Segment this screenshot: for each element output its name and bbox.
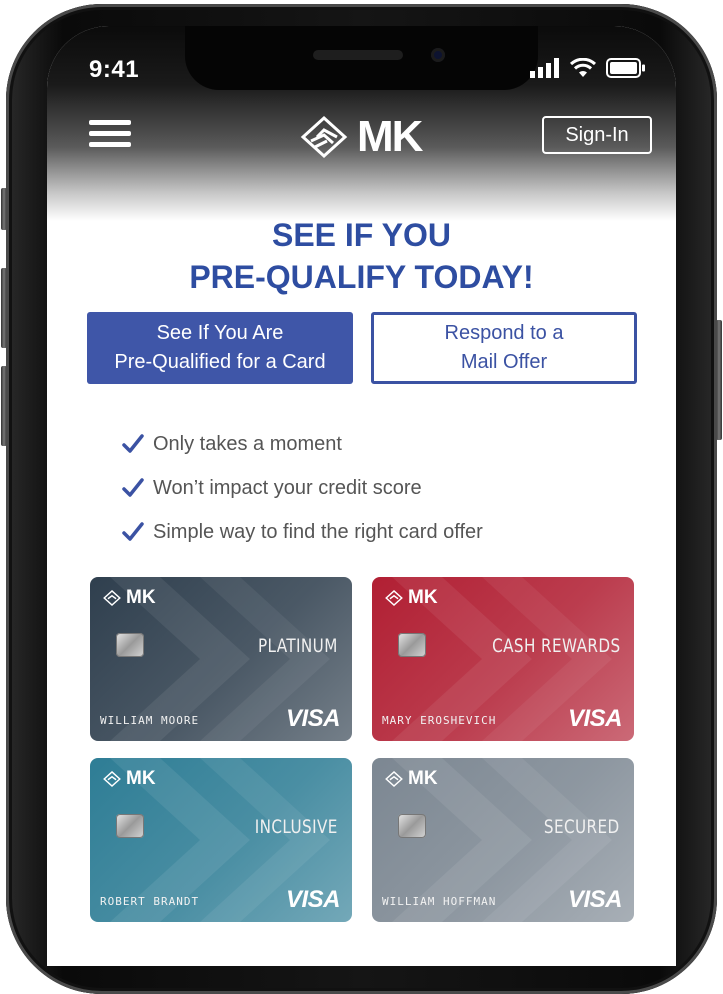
benefit-item: Won’t impact your credit score <box>121 466 483 510</box>
card-brand: MK <box>408 587 438 608</box>
card-holder-name: WILLIAM HOFFMAN <box>382 895 497 908</box>
status-icons <box>530 58 646 78</box>
mk-logo-icon <box>103 770 121 788</box>
checkmark-icon <box>122 478 144 497</box>
checkmark-icon <box>122 434 144 453</box>
chip-icon <box>116 814 144 838</box>
card-cash-rewards[interactable]: MK CASH REWARDS MARY EROSHEVICH VISA <box>372 577 634 741</box>
benefits-list: Only takes a moment Won’t impact your cr… <box>121 422 483 554</box>
cellular-signal-icon <box>530 58 559 78</box>
mail-offer-label-line-2: Mail Offer <box>460 351 548 373</box>
benefit-item: Simple way to find the right card offer <box>121 510 483 554</box>
benefit-label: Won’t impact your credit score <box>153 476 422 499</box>
card-brand-logo: MK <box>102 587 156 609</box>
card-holder-name: WILLIAM MOORE <box>100 714 200 727</box>
checkmark-icon <box>122 522 144 541</box>
front-camera <box>431 48 445 62</box>
card-brand: MK <box>126 587 156 608</box>
card-brand: MK <box>126 768 156 789</box>
headline-line-1: SEE IF YOU <box>271 217 451 253</box>
card-brand: MK <box>408 768 438 789</box>
prequalify-label-line-1: See If You Are <box>156 322 284 344</box>
card-product-name: CASH REWARDS <box>491 635 620 657</box>
prequalify-button[interactable]: See If You Are Pre-Qualified for a Card <box>87 312 353 384</box>
card-product-name: PLATINUM <box>258 635 338 657</box>
headline-line-2: PRE-QUALIFY TODAY! <box>189 259 534 295</box>
chip-icon <box>398 633 426 657</box>
phone-screen: 9:41 MK Sign-In SEE IF YOU PRE-QUALIFY T… <box>47 26 676 966</box>
card-secured[interactable]: MK SECURED WILLIAM HOFFMAN VISA <box>372 758 634 922</box>
notch <box>185 26 538 90</box>
brand-logo[interactable]: MK <box>297 112 423 162</box>
speaker <box>313 50 403 60</box>
card-product-name: SECURED <box>544 816 620 838</box>
card-brand-logo: MK <box>384 768 438 790</box>
card-brand-logo: MK <box>102 768 156 790</box>
battery-icon <box>606 58 645 78</box>
card-holder-name: MARY EROSHEVICH <box>382 714 497 727</box>
chip-icon <box>398 814 426 838</box>
card-product-name: INCLUSIVE <box>254 816 338 838</box>
card-network: VISA <box>285 705 341 732</box>
card-network: VISA <box>285 886 341 913</box>
wifi-icon <box>569 58 597 77</box>
sign-in-button[interactable]: Sign-In <box>542 116 652 154</box>
card-holder-name: ROBERT BRANDT <box>100 895 200 908</box>
chip-icon <box>116 633 144 657</box>
page-headline: SEE IF YOU PRE-QUALIFY TODAY! <box>47 214 676 298</box>
menu-icon <box>89 120 131 125</box>
mail-offer-button[interactable]: Respond to a Mail Offer <box>371 312 637 384</box>
status-time: 9:41 <box>89 56 140 83</box>
brand-wordmark: MK <box>357 112 423 161</box>
card-platinum[interactable]: MK PLATINUM WILLIAM MOORE VISA <box>90 577 352 741</box>
card-inclusive[interactable]: MK INCLUSIVE ROBERT BRANDT VISA <box>90 758 352 922</box>
card-brand-logo: MK <box>384 587 438 609</box>
menu-button[interactable] <box>89 120 131 152</box>
benefit-label: Simple way to find the right card offer <box>153 520 483 543</box>
prequalify-label-line-2: Pre-Qualified for a Card <box>114 351 326 373</box>
card-network: VISA <box>567 705 623 732</box>
mk-logo-icon <box>385 770 403 788</box>
mk-logo-icon <box>300 115 348 159</box>
card-network: VISA <box>567 886 623 913</box>
mail-offer-label-line-1: Respond to a <box>444 322 564 344</box>
mk-logo-icon <box>103 589 121 607</box>
benefit-item: Only takes a moment <box>121 422 483 466</box>
benefit-label: Only takes a moment <box>153 432 342 455</box>
mk-logo-icon <box>385 589 403 607</box>
